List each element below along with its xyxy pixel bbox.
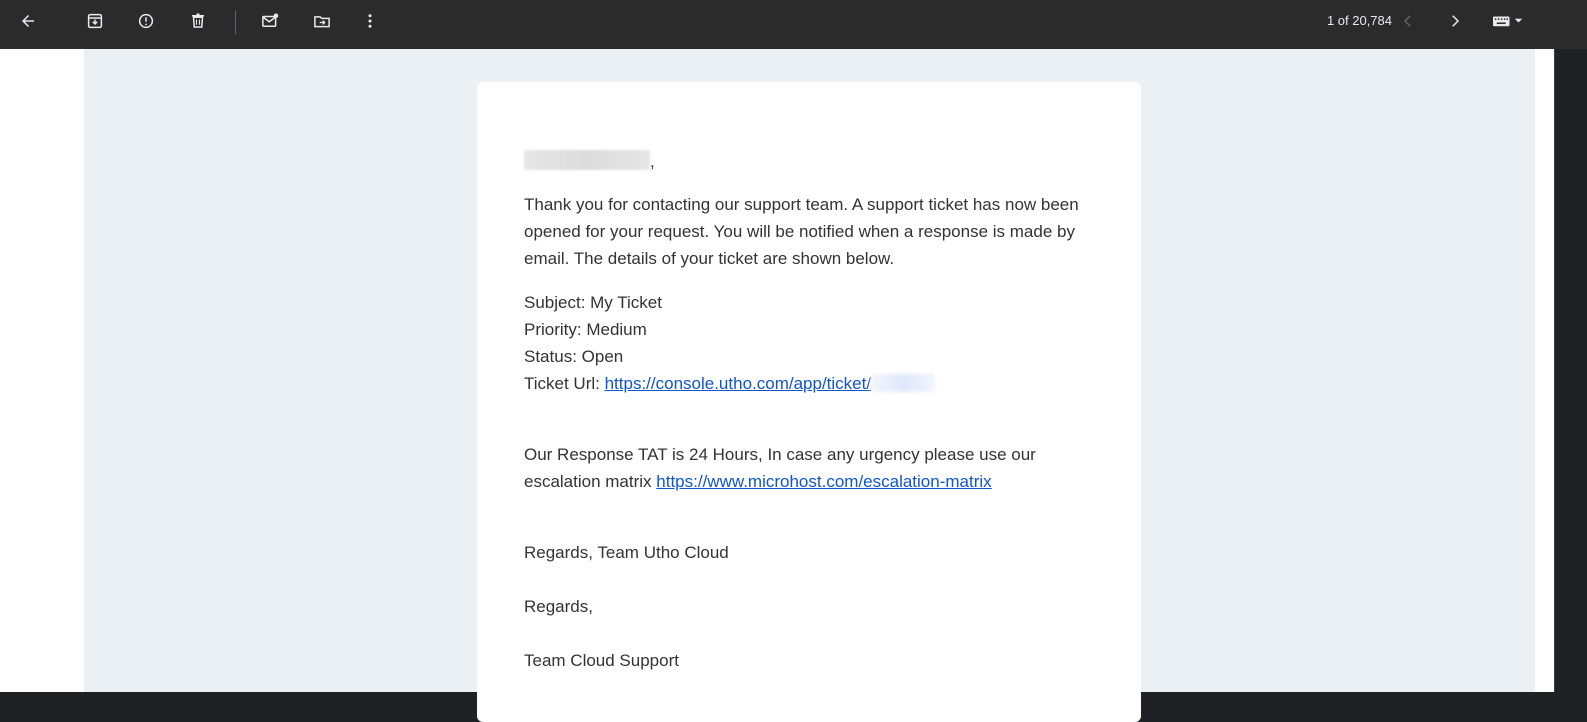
next-chevron-icon[interactable] — [1442, 8, 1468, 34]
scrollbar[interactable] — [1554, 49, 1587, 692]
archive-icon[interactable] — [82, 8, 108, 34]
ticket-url-link[interactable]: https://console.utho.com/app/ticket/ — [605, 374, 871, 393]
email-body: , Thank you for contacting our support t… — [524, 148, 1094, 674]
greeting-comma: , — [650, 152, 655, 171]
mark-unread-icon[interactable] — [257, 8, 283, 34]
regards-team-line: Regards, Team Utho Cloud — [524, 543, 729, 562]
toolbar: 1 of 20,784 — [0, 0, 1587, 49]
ticket-details: Subject: My Ticket Priority: Medium Stat… — [524, 289, 1094, 397]
greeting: , — [524, 148, 1094, 175]
ticket-url-line: Ticket Url: https://console.utho.com/app… — [524, 370, 1094, 397]
email-card: , Thank you for contacting our support t… — [477, 82, 1141, 722]
delete-icon[interactable] — [185, 8, 211, 34]
tat-paragraph: Our Response TAT is 24 Hours, In case an… — [524, 441, 1094, 495]
message-count: 1 of 20,784 — [1326, 13, 1392, 28]
intro-paragraph: Thank you for contacting our support tea… — [524, 195, 1079, 268]
ticket-url-label: Ticket Url: — [524, 374, 605, 393]
keyboard-icon[interactable] — [1486, 8, 1530, 34]
regards-line: Regards, — [524, 597, 593, 616]
report-spam-icon[interactable] — [133, 8, 159, 34]
scrollbar-edge — [1554, 49, 1555, 692]
back-arrow-icon[interactable] — [15, 8, 41, 34]
redacted-ticket-id — [871, 374, 936, 392]
ticket-status: Status: Open — [524, 347, 624, 366]
prev-chevron-icon[interactable] — [1395, 8, 1421, 34]
redacted-recipient-name — [524, 150, 650, 170]
ticket-priority: Priority: Medium — [524, 320, 647, 339]
move-to-icon[interactable] — [309, 8, 335, 34]
escalation-matrix-link[interactable]: https://www.microhost.com/escalation-mat… — [656, 472, 991, 491]
signature-team: Team Cloud Support — [524, 651, 679, 670]
ticket-subject: Subject: My Ticket — [524, 293, 662, 312]
toolbar-divider — [235, 10, 236, 34]
more-vert-icon[interactable] — [357, 8, 383, 34]
message-viewport: , Thank you for contacting our support t… — [0, 49, 1554, 722]
